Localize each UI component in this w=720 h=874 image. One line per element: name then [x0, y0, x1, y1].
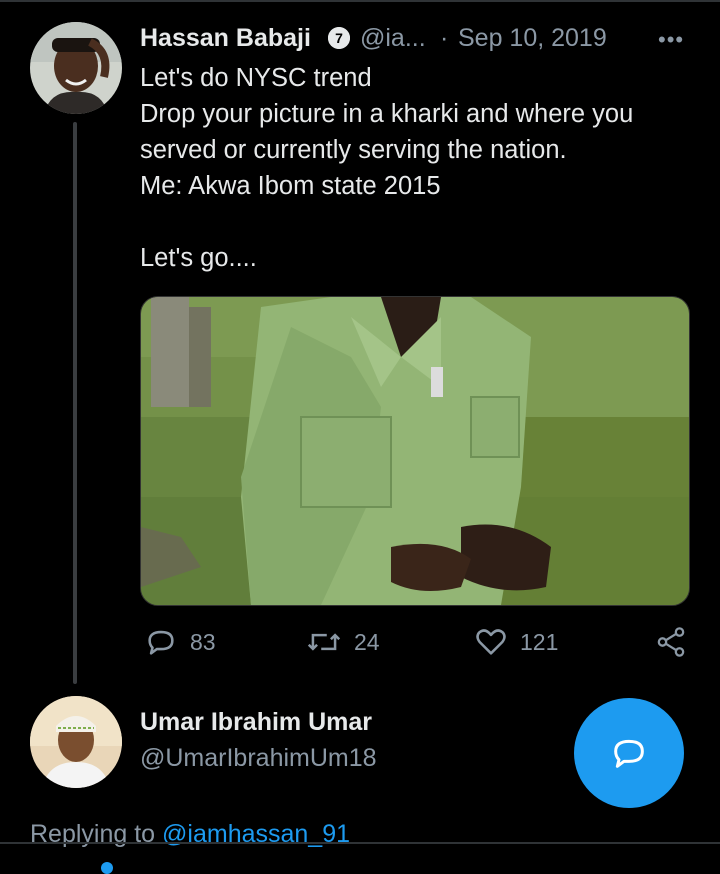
svg-text:7: 7	[335, 30, 343, 46]
replying-to: Replying to @iamhassan_91	[30, 820, 350, 849]
more-options-icon[interactable]: •••	[658, 27, 684, 53]
tweet-photo[interactable]	[140, 296, 690, 606]
tweet-text-line: Drop your picture in a kharki and where …	[140, 100, 634, 128]
reply-count: 83	[190, 628, 216, 655]
reply-icon	[148, 630, 174, 655]
thread-line	[73, 122, 77, 684]
author-avatar[interactable]	[30, 22, 122, 114]
tweet-text-line	[140, 204, 700, 240]
compose-button[interactable]	[574, 698, 684, 808]
tweet-text-line: Me: Akwa Ibom state 2015	[140, 172, 441, 200]
like-count: 121	[520, 628, 559, 655]
reply-divider	[0, 842, 720, 844]
tweet-text-line: Let's do NYSC trend	[140, 64, 372, 92]
reply-author-name[interactable]: Umar Ibrahim Umar	[140, 708, 372, 737]
tweet-date[interactable]: Sep 10, 2019	[458, 24, 607, 53]
verified-badge-icon: 7	[328, 27, 350, 49]
scroll-indicator	[101, 862, 113, 874]
share-icon	[657, 627, 685, 657]
top-divider	[0, 0, 720, 2]
tweet-text-line: Let's go....	[140, 244, 257, 272]
author-handle[interactable]: @ia...	[360, 24, 426, 53]
author-name[interactable]: Hassan Babaji	[140, 24, 311, 53]
reply-button[interactable]: 83	[144, 620, 216, 664]
meta-separator: ·	[440, 24, 449, 52]
tweet-actions: 83 24 121	[140, 620, 700, 664]
like-button[interactable]: 121	[474, 620, 558, 664]
reply-author-avatar[interactable]	[30, 696, 122, 788]
share-button[interactable]	[654, 620, 688, 664]
tweet-text: Let's do NYSC trend Drop your picture in…	[140, 60, 700, 276]
like-icon	[476, 629, 506, 655]
compose-icon	[614, 739, 644, 768]
reply-author-handle[interactable]: @UmarIbrahimUm18	[140, 744, 377, 773]
tweet-text-line: served or currently serving the nation.	[140, 136, 567, 164]
retweet-icon	[307, 633, 341, 651]
retweet-button[interactable]: 24	[306, 620, 380, 664]
retweet-count: 24	[354, 628, 380, 655]
